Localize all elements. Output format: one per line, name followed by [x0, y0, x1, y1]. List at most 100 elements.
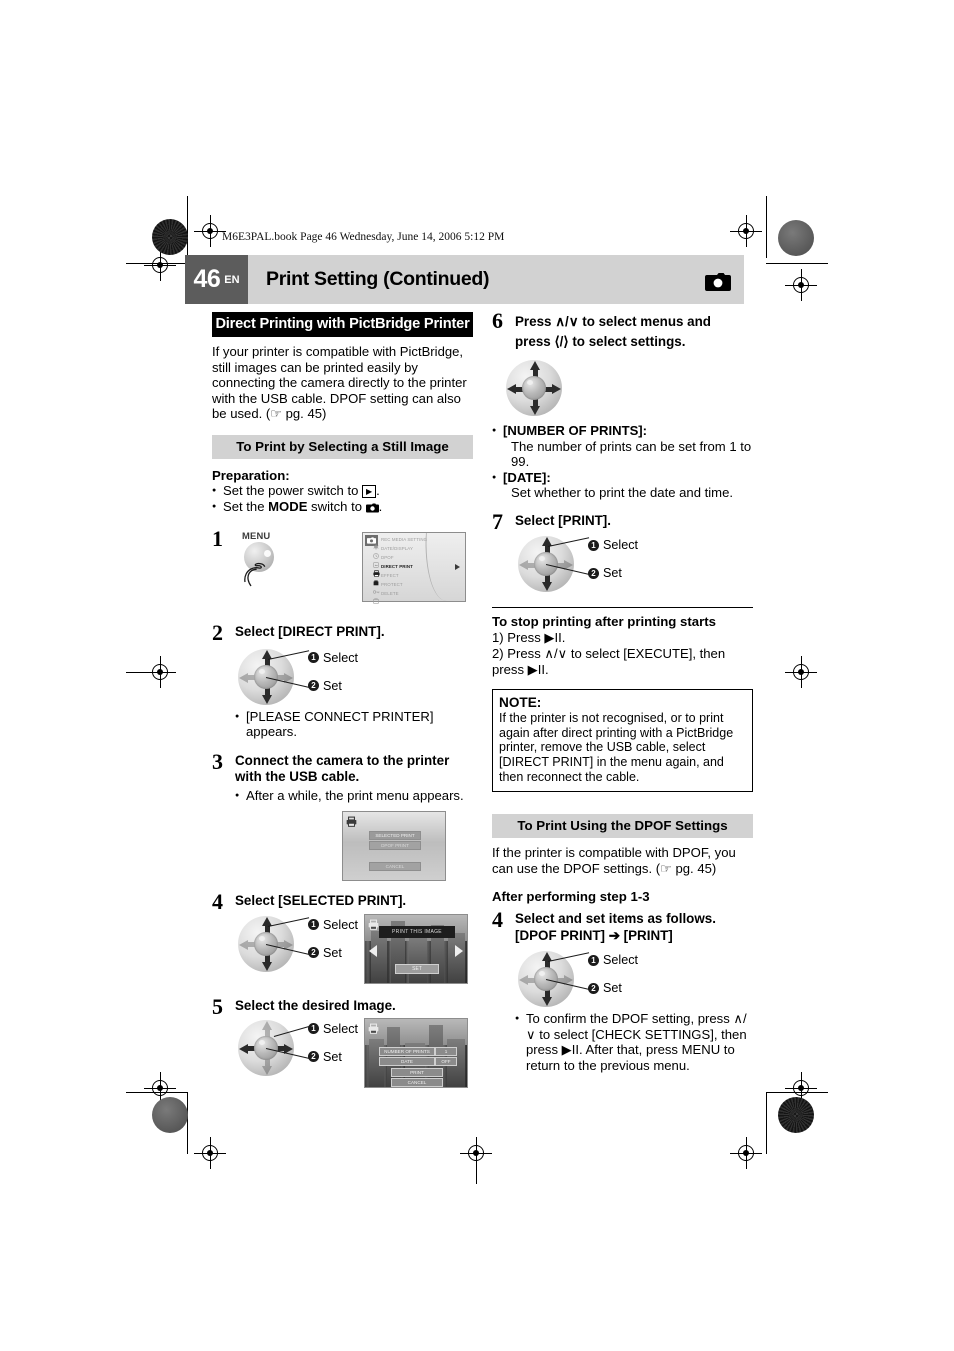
note-box: NOTE: If the printer is not recognised, … [492, 689, 753, 793]
callout-number: 2 [588, 567, 599, 579]
menu-item-label[interactable]: DATE/DISPLAY [381, 546, 413, 551]
bullet-body: The number of prints can be set from 1 t… [511, 438, 752, 470]
list-item: To confirm the DPOF setting, press ∧/∨ t… [515, 1011, 753, 1073]
registration-mark-top-left-inner [144, 249, 176, 281]
preparation-label: Preparation: [212, 467, 290, 483]
joystick-down-arrow-icon [530, 398, 540, 415]
list-item: [DATE]: Set whether to print the date an… [492, 470, 753, 501]
left-column: Direct Printing with PictBridge Printer … [212, 312, 473, 1096]
menu-button-graphic [242, 542, 286, 588]
callout-set: 2 Set [308, 679, 342, 693]
menu-item-label[interactable]: REC MEDIA SETTING [381, 537, 427, 542]
lcd-button-selected-print[interactable]: SELECTED PRINT [369, 831, 421, 841]
intro-paragraph: If your printer is compatible with PictB… [212, 344, 467, 422]
step-6-bullets: [NUMBER OF PRINTS]: The number of prints… [492, 423, 753, 501]
preparation-list: Set the power switch to ▶. Set the MODE … [212, 483, 473, 516]
still-camera-icon [705, 272, 731, 297]
crop-mark-bottom-center-v [475, 1154, 477, 1184]
callout-label: Select [603, 953, 639, 968]
lcd-prev-image-arrow-icon[interactable] [369, 944, 377, 957]
registration-mark-top-right-inner [785, 269, 817, 301]
callout-number: 1 [308, 919, 319, 931]
halftone-dot-bottom-left [152, 1097, 188, 1133]
right-column: 6 Press ∧/∨ to select menus and press ⟨/… [492, 308, 753, 1074]
menu-submenu-arrow-icon [455, 564, 460, 571]
bullet-label: [NUMBER OF PRINTS]: [503, 423, 648, 438]
lcd-button-print[interactable]: PRINT [391, 1067, 443, 1077]
lcd-menu-screen: REC MEDIA SETTING DATE/DISPLAY DPOF DIRE… [362, 532, 466, 604]
menu-item-label-selected[interactable]: DIRECT PRINT [381, 564, 413, 569]
playback-mode-icon: ▶ [362, 484, 377, 498]
halftone-dot-bottom-right [778, 1097, 814, 1133]
lcd-set-button[interactable]: SET [395, 963, 439, 974]
callout-label: Select [323, 650, 359, 665]
lcd-row-date-label[interactable]: DATE [379, 1056, 435, 1066]
crop-mark-top-left-v [187, 196, 189, 258]
lcd-row-date-value[interactable]: OFF [435, 1056, 457, 1066]
registration-mark-top-left [194, 215, 226, 247]
lcd-print-options-screen: NUMBER OF PRINTS 1 DATE OFF PRINT CANCEL [364, 1017, 468, 1088]
list-item: [PLEASE CONNECT PRINTER] appears. [235, 709, 473, 740]
list-item: After a while, the print menu appears. [235, 788, 473, 804]
subsection-title-dpof-settings: To Print Using the DPOF Settings [492, 814, 753, 839]
callout-label: Select [323, 917, 359, 932]
joystick-illustration: 1 Select 2 Set [518, 534, 753, 596]
lcd-photo-building [371, 930, 387, 983]
callout-number: 1 [308, 1023, 319, 1035]
note-body: If the printer is not recognised, or to … [499, 711, 734, 784]
callout-number: 1 [588, 954, 599, 966]
printer-icon [346, 814, 357, 832]
callout-number: 1 [308, 652, 319, 664]
registration-mark-mid-right [785, 656, 817, 688]
callout-number: 2 [588, 982, 599, 994]
lcd-print-menu-screen: SELECTED PRINT DPOF PRINT CANCEL [342, 811, 446, 882]
lcd-button-cancel[interactable]: CANCEL [391, 1077, 443, 1087]
callout-number: 2 [308, 1051, 319, 1063]
step-instruction-line-2: press ⟨/⟩ to select settings. [515, 334, 686, 349]
joystick-up-arrow-icon [262, 1020, 272, 1038]
joystick-left-arrow-icon [507, 384, 524, 394]
menu-item-label[interactable]: EFFECT [381, 573, 399, 578]
step-instruction: Select [SELECTED PRINT]. [235, 893, 407, 909]
joystick-pad-four-way[interactable] [506, 360, 562, 416]
callout-select: 1 Select [308, 918, 358, 932]
subsection-title-select-still-image: To Print by Selecting a Still Image [212, 434, 473, 459]
section-divider [492, 607, 753, 609]
after-performing-step-label: After performing step 1-3 [492, 889, 650, 905]
direct-print-icon [373, 564, 380, 578]
callout-label: Set [323, 945, 342, 960]
lcd-row-number-of-prints-value[interactable]: 1 [435, 1046, 457, 1056]
callout-set: 2 Set [308, 946, 342, 960]
list-item: Set the MODE switch to . [212, 499, 473, 517]
lcd-row-number-of-prints-label[interactable]: NUMBER OF PRINTS [379, 1046, 435, 1056]
step-number: 4 [212, 889, 223, 915]
step-number: 3 [212, 748, 223, 774]
lcd-next-image-arrow-icon[interactable] [455, 944, 463, 957]
joystick-knob[interactable] [522, 376, 546, 400]
joystick-left-arrow-icon [239, 939, 256, 950]
step-1: 1 MENU REC MEDIA SETTING DATE/DISPLAY DP… [212, 526, 473, 604]
step-number: 6 [492, 308, 503, 333]
step-6: 6 Press ∧/∨ to select menus and press ⟨/… [492, 308, 753, 501]
menu-item-label[interactable]: PROTECT [381, 582, 403, 587]
lcd-button-cancel[interactable]: CANCEL [369, 862, 421, 872]
crop-mark-bottom-left-v [187, 1092, 189, 1154]
registration-mark-bottom-left [194, 1137, 226, 1169]
menu-item-label[interactable]: DPOF [381, 555, 394, 560]
list-item: [NUMBER OF PRINTS]: The number of prints… [492, 423, 753, 470]
menu-item-label[interactable]: DELETE [381, 591, 399, 596]
joystick-illustration: 1 Select 2 Set [238, 647, 473, 707]
manual-page: M6E3PAL.book Page 46 Wednesday, June 14,… [0, 0, 954, 1351]
language-code: EN [224, 273, 240, 286]
lcd-photo-building [448, 932, 465, 983]
printer-icon [368, 917, 379, 935]
halftone-dot-top-left [152, 219, 188, 255]
lcd-image-select-screen: PRINT THIS IMAGE SET [364, 913, 468, 984]
lcd-button-dpof-print[interactable]: DPOF PRINT [369, 841, 421, 851]
step-number: 1 [212, 526, 223, 552]
callout-label: Set [603, 566, 622, 581]
callout-label: Set [603, 981, 622, 996]
page-title: Print Setting (Continued) [266, 268, 490, 290]
callout-label: Select [603, 538, 639, 553]
lcd-photo-building [409, 936, 427, 983]
